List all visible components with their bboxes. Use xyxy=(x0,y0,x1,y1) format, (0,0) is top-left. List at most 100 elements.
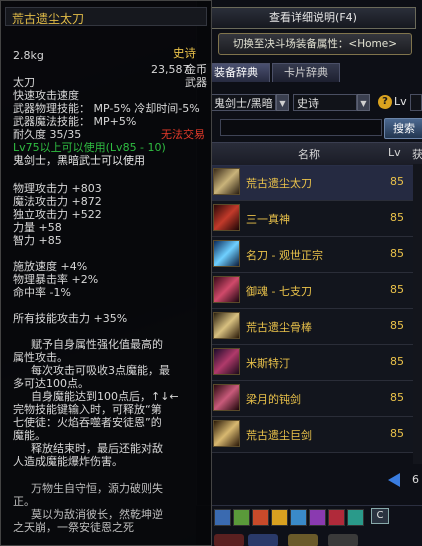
untradable-label: 无法交易 xyxy=(161,128,205,141)
item-price: 23,587 xyxy=(151,63,190,76)
menu-button[interactable] xyxy=(214,534,244,546)
search-button[interactable]: 搜索 xyxy=(384,118,422,139)
prev-page-icon[interactable] xyxy=(388,473,400,487)
list-item[interactable]: 荒古遗尘骨棒 85 xyxy=(210,309,422,345)
c-button[interactable]: C xyxy=(371,508,389,524)
rarity-filter-select[interactable]: 史诗 xyxy=(293,94,357,111)
description-line: 自身魔能达到100点后，↑↓← xyxy=(31,390,179,403)
price-unit: 金币 xyxy=(185,63,207,76)
dictionary-tabs: 装备辞典 卡片辞典 xyxy=(196,63,422,83)
item-name: 荒古遗尘太刀 xyxy=(246,177,312,190)
description-line: 属性攻击。 xyxy=(13,351,68,364)
description-line: 释放结束时，最后还能对敌 xyxy=(31,442,163,455)
skill-slot-icon[interactable] xyxy=(290,509,307,526)
chevron-down-icon[interactable]: ▼ xyxy=(357,94,370,111)
flavor-text-line: 之天崩，一祭安徒恩之死 xyxy=(13,521,134,534)
list-item[interactable]: 三一真神 85 xyxy=(210,201,422,237)
level-filter-input[interactable] xyxy=(410,94,422,111)
item-name: 御魂 - 七支刀 xyxy=(246,285,312,298)
item-name: 梁月的钝剑 xyxy=(246,393,301,406)
menu-button[interactable] xyxy=(288,534,318,546)
menu-button[interactable] xyxy=(248,534,278,546)
item-level: 85 xyxy=(390,391,404,404)
item-name: 荒古遗尘骨棒 xyxy=(246,321,312,334)
detail-button[interactable]: 查看详细说明(F4) xyxy=(210,7,416,29)
stat-line: 智力 +85 xyxy=(13,234,62,247)
magic-skill-bonus: 武器魔法技能： MP+5% xyxy=(13,115,137,128)
list-item[interactable]: 名刀 - 观世正宗 85 xyxy=(210,237,422,273)
item-name: 米斯特汀 xyxy=(246,357,290,370)
item-thumbnail xyxy=(213,240,240,267)
stat-line: 独立攻击力 +522 xyxy=(13,208,102,221)
flavor-text-line: 正。 xyxy=(13,495,35,508)
description-line: 每次攻击可吸收3点魔能，最 xyxy=(31,364,170,377)
flavor-text-line: 莫以为敌消彼长，然乾坤逆 xyxy=(31,508,163,521)
attack-speed: 快速攻击速度 xyxy=(13,89,79,102)
item-type: 武器 xyxy=(185,76,207,89)
item-rarity: 史诗 xyxy=(173,46,196,60)
skill-slot-icon[interactable] xyxy=(252,509,269,526)
description-line: 多可达100点。 xyxy=(13,377,89,390)
help-icon[interactable]: ? xyxy=(378,95,392,109)
description-line: 人造成魔能爆炸伤害。 xyxy=(13,455,123,468)
item-name: 荒古遗尘巨剑 xyxy=(246,429,312,442)
list-item[interactable]: 荒古遗尘巨剑 85 xyxy=(210,417,422,453)
item-thumbnail xyxy=(213,384,240,411)
obtain-column-header[interactable]: 获 xyxy=(412,146,422,162)
stat-line: 物理攻击力 +803 xyxy=(13,182,102,195)
class-requirement: 鬼剑士，黑暗武士可以使用 xyxy=(13,154,145,167)
physical-skill-bonus: 武器物理技能： MP-5% 冷却时间-5% xyxy=(13,102,200,115)
skill-slot-icon[interactable] xyxy=(233,509,250,526)
item-name: 名刀 - 观世正宗 xyxy=(246,249,323,262)
game-scene: 查看详细说明(F4) 切换至决斗场装备属性：<Home> 装备辞典 卡片辞典 鬼… xyxy=(0,0,422,546)
list-scrollbar[interactable] xyxy=(413,164,422,464)
item-level: 85 xyxy=(390,211,404,224)
durability: 耐久度 35/35 xyxy=(13,128,82,141)
speed-stat-line: 命中率 -1% xyxy=(13,286,71,299)
tab-card-dictionary[interactable]: 卡片辞典 xyxy=(272,63,340,82)
skill-attack-bonus: 所有技能攻击力 +35% xyxy=(13,312,128,325)
pagination: 6 xyxy=(382,470,422,490)
item-title: 荒古遗尘太刀 xyxy=(12,12,85,26)
name-column-header[interactable]: 名称 xyxy=(298,146,320,162)
skill-slot-icon[interactable] xyxy=(328,509,345,526)
list-item[interactable]: 荒古遗尘太刀 85 xyxy=(210,165,422,201)
item-thumbnail xyxy=(213,204,240,231)
item-thumbnail xyxy=(213,312,240,339)
skill-slot-icon[interactable] xyxy=(309,509,326,526)
item-level: 85 xyxy=(390,247,404,260)
list-item[interactable]: 御魂 - 七支刀 85 xyxy=(210,273,422,309)
list-item[interactable]: 梁月的钝剑 85 xyxy=(210,381,422,417)
item-level: 85 xyxy=(390,175,404,188)
item-thumbnail xyxy=(213,168,240,195)
speed-stat-line: 施放速度 +4% xyxy=(13,260,88,273)
item-level: 85 xyxy=(390,283,404,296)
level-requirement: Lv75以上可以使用(Lv85 - 10) xyxy=(13,141,166,154)
skill-slot-icon[interactable] xyxy=(214,509,231,526)
description-line: 魔能。 xyxy=(13,429,46,442)
skill-slot-icon[interactable] xyxy=(271,509,288,526)
description-line: 七使徒：火焰吞噬者安徒恩”的 xyxy=(13,416,162,429)
page-number: 6 xyxy=(412,473,419,486)
lv-column-header[interactable]: Lv xyxy=(388,146,401,159)
list-item[interactable]: 米斯特汀 85 xyxy=(210,345,422,381)
switch-pvp-attributes-button[interactable]: 切换至决斗场装备属性：<Home> xyxy=(218,33,412,55)
stat-line: 力量 +58 xyxy=(13,221,62,234)
class-filter-select[interactable]: 鬼剑士/黑暗 xyxy=(210,94,276,111)
skill-slot-icon[interactable] xyxy=(347,509,364,526)
search-input[interactable] xyxy=(220,119,382,136)
description-line: 赋予自身属性强化值最高的 xyxy=(31,338,163,351)
item-thumbnail xyxy=(213,348,240,375)
item-tooltip: 荒古遗尘太刀 2.8kg 史诗 23,587 金币 武器 太刀 快速攻击速度 武… xyxy=(0,0,212,546)
speed-stat-line: 物理暴击率 +2% xyxy=(13,273,99,286)
list-header: 名称 Lv 获 xyxy=(210,142,422,166)
flavor-text-line: 万物生自守恒，源力破则失 xyxy=(31,482,163,495)
tooltip-title-bar: 荒古遗尘太刀 xyxy=(5,7,207,26)
item-thumbnail xyxy=(213,420,240,447)
item-level: 85 xyxy=(390,355,404,368)
menu-button[interactable] xyxy=(328,534,358,546)
level-filter-label: Lv xyxy=(394,95,407,108)
item-level: 85 xyxy=(390,427,404,440)
chevron-down-icon[interactable]: ▼ xyxy=(276,94,289,111)
tab-equipment-dictionary[interactable]: 装备辞典 xyxy=(202,63,270,82)
